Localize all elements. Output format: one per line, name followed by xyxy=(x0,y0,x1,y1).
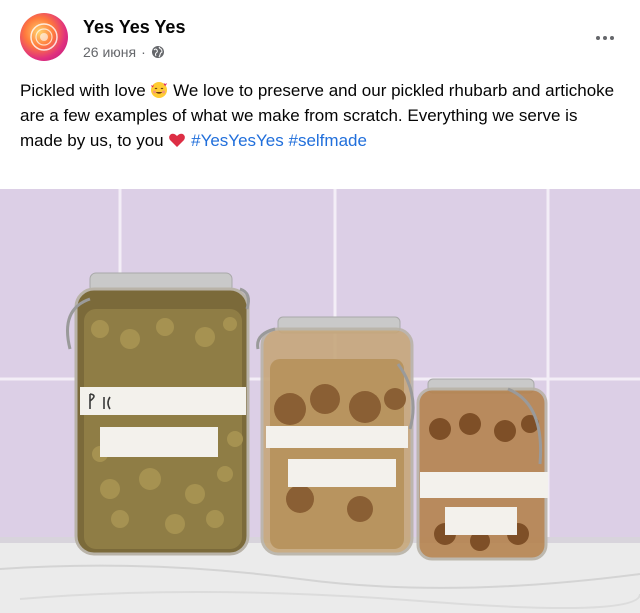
avatar[interactable] xyxy=(20,13,68,61)
globe-icon[interactable] xyxy=(151,45,165,59)
facebook-post: Yes Yes Yes 26 июня · Pickled with love xyxy=(0,0,640,613)
post-header: Yes Yes Yes 26 июня · xyxy=(0,0,640,70)
meta-separator: · xyxy=(141,44,146,60)
more-dot-icon xyxy=(610,36,614,40)
hashtag-link[interactable]: #YesYesYes xyxy=(191,131,284,150)
post-date[interactable]: 26 июня xyxy=(83,44,136,60)
post-photo[interactable] xyxy=(0,189,640,613)
page-name[interactable]: Yes Yes Yes xyxy=(83,17,185,38)
more-options-button[interactable] xyxy=(590,28,620,48)
post-meta: 26 июня · xyxy=(83,44,165,60)
red-heart-icon xyxy=(168,131,186,149)
more-dot-icon xyxy=(596,36,600,40)
more-dot-icon xyxy=(603,36,607,40)
post-text: Pickled with love We love to preserve an… xyxy=(20,78,620,153)
hashtag-link[interactable]: #selfmade xyxy=(289,131,367,150)
post-text-part1: Pickled with love xyxy=(20,81,146,100)
smiling-face-with-hearts-icon xyxy=(150,81,168,99)
